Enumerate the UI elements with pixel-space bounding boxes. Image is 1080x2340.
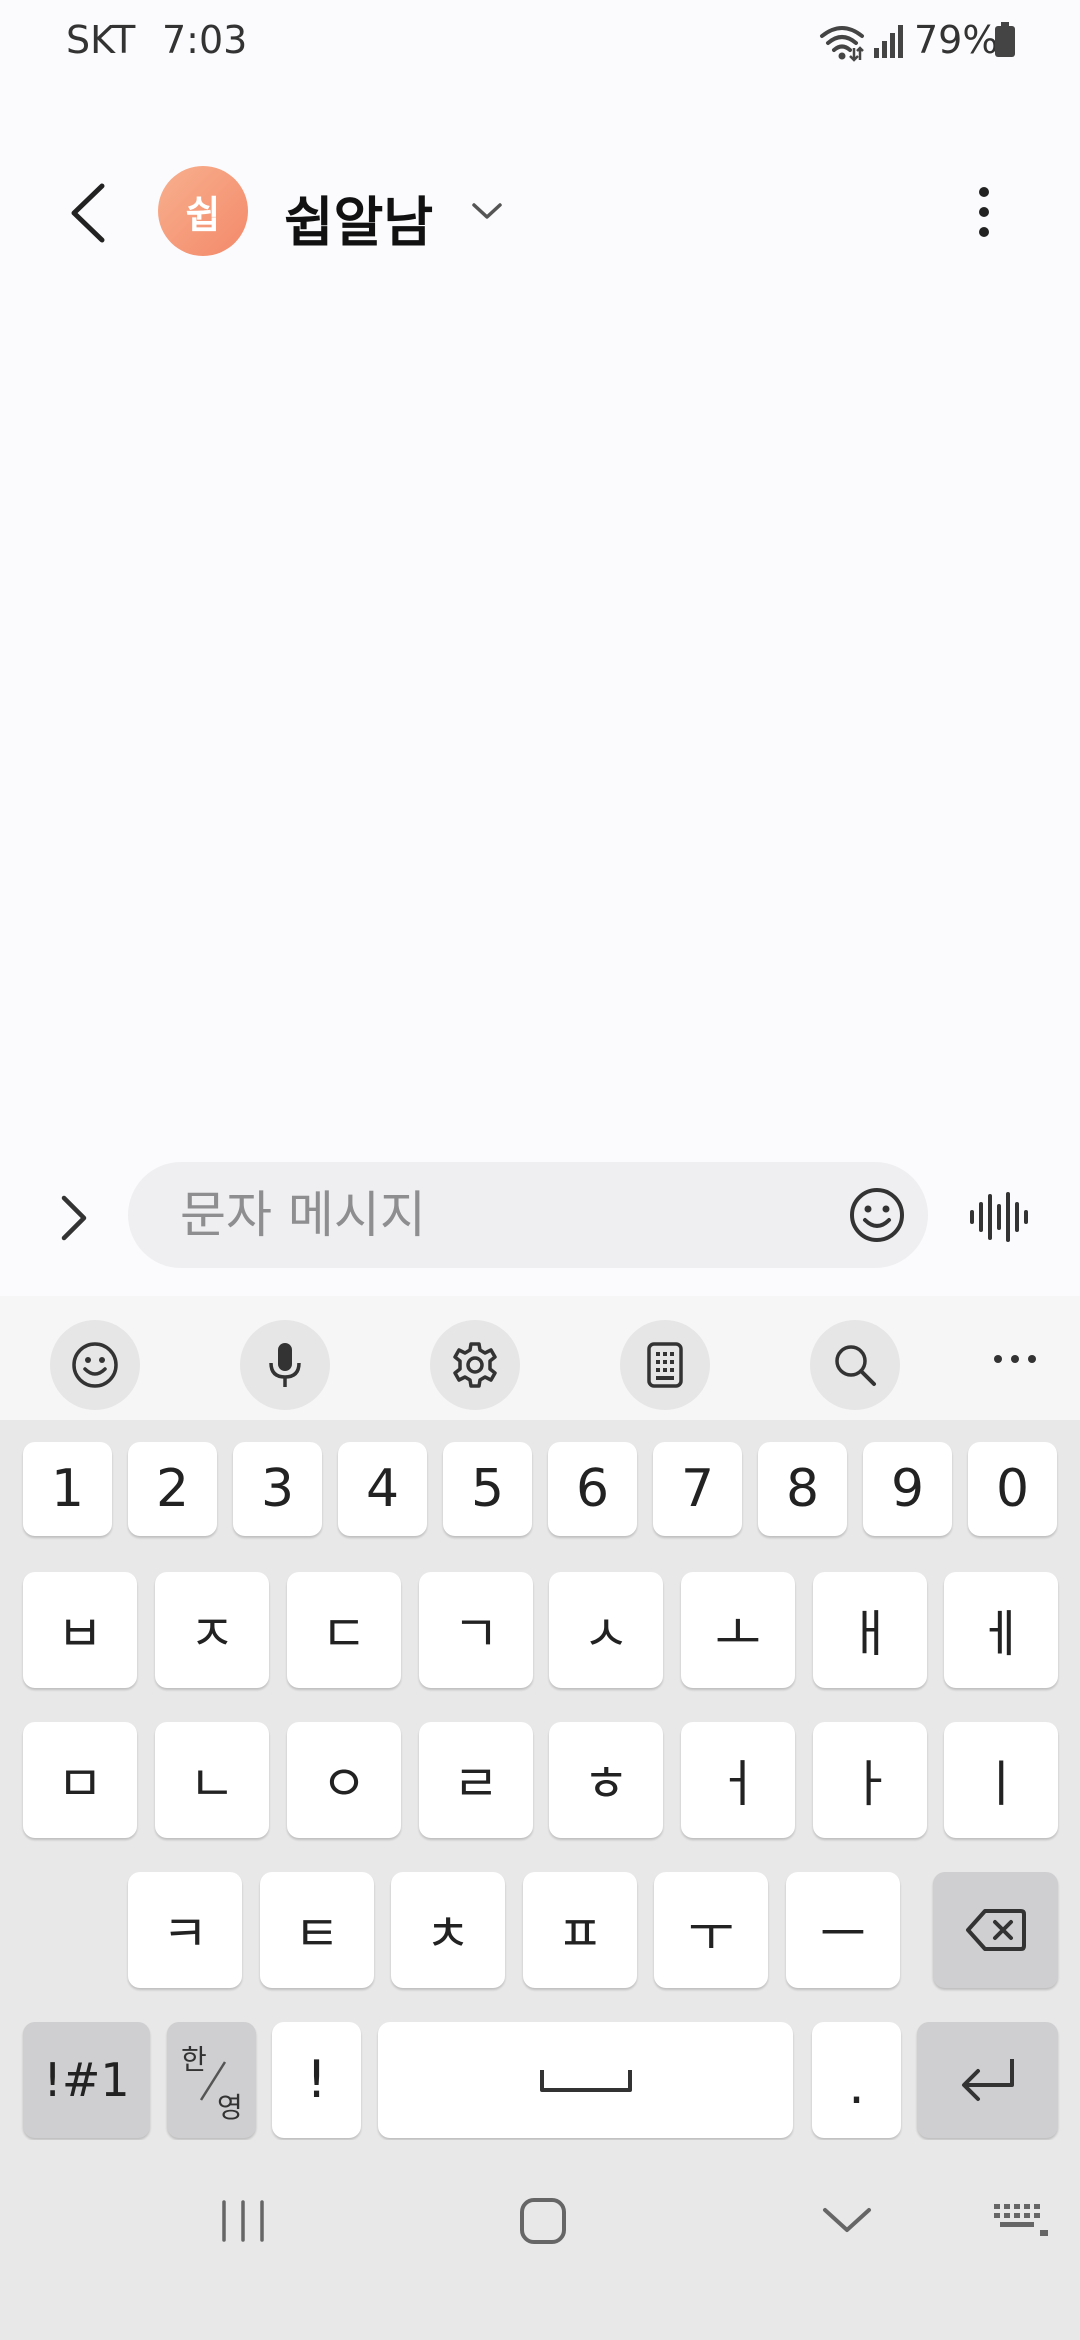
key-number[interactable]: 1	[23, 1442, 112, 1536]
toolbar-emoji-button[interactable]	[50, 1320, 140, 1410]
home-icon[interactable]	[518, 2196, 568, 2246]
language-toggle-key[interactable]: 한 영	[167, 2022, 256, 2138]
toolbar-keyboard-mode-button[interactable]	[620, 1320, 710, 1410]
enter-icon	[961, 2059, 1014, 2101]
key-number[interactable]: 3	[233, 1442, 322, 1536]
key-letter[interactable]: ㄹ	[419, 1722, 533, 1838]
contact-name[interactable]: 쉽알남	[284, 178, 433, 257]
gear-icon	[453, 1342, 497, 1388]
backspace-key[interactable]	[933, 1872, 1058, 1988]
hide-keyboard-icon[interactable]	[820, 2202, 874, 2238]
key-number[interactable]: 7	[653, 1442, 742, 1536]
key-letter[interactable]: ㅊ	[391, 1872, 505, 1988]
recent-apps-icon[interactable]	[218, 2198, 268, 2244]
emoji-icon[interactable]	[848, 1186, 906, 1244]
key-letter[interactable]: ㅌ	[260, 1872, 374, 1988]
status-time: 7:03	[162, 18, 248, 62]
key-letter[interactable]: ㅡ	[786, 1872, 900, 1988]
key-letter[interactable]: ㄱ	[419, 1572, 533, 1688]
lang-english-label: 영	[217, 2091, 243, 2124]
backspace-icon	[965, 1909, 1026, 1951]
keyboard-switch-icon[interactable]	[990, 2200, 1050, 2240]
battery-percent: 79%	[914, 18, 999, 62]
keyboard: 1 2 3 4 5 6 7 8 9 0 ㅂ ㅈ ㄷ ㄱ ㅅ ㅗ ㅐ ㅔ ㅁ ㄴ …	[0, 1420, 1080, 2140]
key-number[interactable]: 9	[863, 1442, 952, 1536]
key-number[interactable]: 2	[128, 1442, 217, 1536]
carrier-label: SKT	[66, 18, 136, 62]
navigation-bar	[0, 2140, 1080, 2340]
contact-avatar[interactable]: 쉽	[158, 166, 248, 256]
key-letter[interactable]: ㅣ	[944, 1722, 1058, 1838]
voice-waveform-icon[interactable]	[966, 1190, 1030, 1244]
key-letter[interactable]: ㅁ	[23, 1722, 137, 1838]
toolbar-voice-input-button[interactable]	[240, 1320, 330, 1410]
message-input-container[interactable]	[128, 1162, 928, 1268]
search-icon	[835, 1345, 876, 1386]
enter-key[interactable]	[917, 2022, 1058, 2138]
space-bar-icon	[539, 2070, 632, 2092]
key-letter[interactable]: ㅍ	[523, 1872, 637, 1988]
battery-icon	[995, 22, 1015, 57]
key-letter[interactable]: ㅏ	[813, 1722, 927, 1838]
key-letter[interactable]: ㅅ	[549, 1572, 663, 1688]
period-key[interactable]: .	[812, 2022, 901, 2138]
keyboard-toolbar	[0, 1296, 1080, 1420]
chevron-down-icon[interactable]	[470, 198, 504, 224]
toolbar-search-button[interactable]	[810, 1320, 900, 1410]
key-letter[interactable]: ㄷ	[287, 1572, 401, 1688]
space-key[interactable]	[378, 2022, 793, 2138]
more-options-icon[interactable]	[966, 184, 1002, 240]
toolbar-more-icon[interactable]	[990, 1344, 1040, 1374]
keypad-icon	[647, 1342, 683, 1388]
key-number[interactable]: 4	[338, 1442, 427, 1536]
key-letter[interactable]: ㅐ	[813, 1572, 927, 1688]
exclamation-key[interactable]: !	[272, 2022, 361, 2138]
key-number[interactable]: 8	[758, 1442, 847, 1536]
key-letter[interactable]: ㅇ	[287, 1722, 401, 1838]
key-letter[interactable]: ㄴ	[155, 1722, 269, 1838]
status-bar: SKT 7:03 79%	[0, 0, 1080, 90]
key-letter[interactable]: ㅋ	[128, 1872, 242, 1988]
message-input[interactable]	[180, 1162, 820, 1268]
key-letter[interactable]: ㅂ	[23, 1572, 137, 1688]
key-letter[interactable]: ㅔ	[944, 1572, 1058, 1688]
key-number[interactable]: 0	[968, 1442, 1057, 1536]
key-letter[interactable]: ㅈ	[155, 1572, 269, 1688]
emoji-icon	[72, 1342, 118, 1388]
toolbar-settings-button[interactable]	[430, 1320, 520, 1410]
wifi-icon	[820, 26, 864, 62]
microphone-icon	[269, 1343, 301, 1387]
key-letter[interactable]: ㅜ	[654, 1872, 768, 1988]
key-number[interactable]: 5	[443, 1442, 532, 1536]
expand-options-icon[interactable]	[52, 1190, 96, 1246]
symbols-key[interactable]: !#1	[23, 2022, 150, 2138]
key-letter[interactable]: ㅓ	[681, 1722, 795, 1838]
signal-icon	[874, 25, 903, 58]
key-letter[interactable]: ㅎ	[549, 1722, 663, 1838]
key-letter[interactable]: ㅗ	[681, 1572, 795, 1688]
key-number[interactable]: 6	[548, 1442, 637, 1536]
back-arrow-icon[interactable]	[60, 178, 120, 248]
